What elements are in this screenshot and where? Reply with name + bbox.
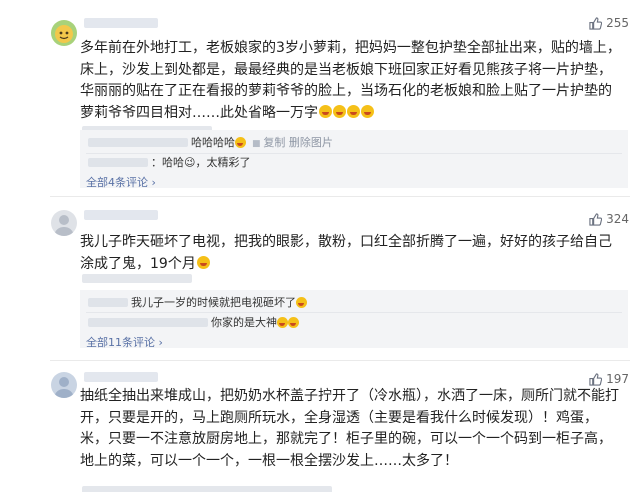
thumb-up-icon: [589, 212, 603, 226]
thumb-up-icon: [589, 16, 603, 30]
reply-box: 我儿子一岁的时候就把电视砸坏了 你家的是大神 全部11条评论 ›: [80, 290, 628, 350]
reply-user-redacted[interactable]: [88, 318, 208, 327]
divider: [50, 360, 630, 361]
like-count: 255: [606, 16, 629, 30]
comment: 255 多年前在外地打工，老板娘家的3岁小萝莉，把妈妈一整包护垫全部扯出来，贴的…: [0, 14, 641, 194]
laugh-emoji-icon: [277, 317, 288, 328]
avatar[interactable]: [51, 372, 77, 398]
comment-meta: [82, 270, 627, 288]
laugh-emoji-icon: [288, 317, 299, 328]
comment-text: 抽纸全抽出来堆成山，把奶奶水杯盖子拧开了（冷水瓶），水洒了一床，厕所门就不能打开…: [80, 388, 619, 469]
comment-text: 多年前在外地打工，老板娘家的3岁小萝莉，把妈妈一整包护垫全部扯出来，贴的墙上，床…: [80, 40, 621, 121]
laugh-emoji-icon: [296, 297, 307, 308]
reply-item: 你家的是大神: [88, 316, 636, 330]
like-button[interactable]: 197: [589, 372, 629, 386]
laugh-emoji-icon: [235, 137, 246, 148]
reply-actions[interactable]: 复制 删除图片: [252, 136, 333, 149]
comment-text: 我儿子昨天砸坏了电视，把我的眼影，散粉，口红全部折腾了一遍，好好的孩子给自己涂成…: [80, 234, 612, 272]
laugh-emoji-icon: [333, 104, 346, 118]
comment-meta: [82, 484, 627, 492]
like-button[interactable]: 324: [589, 212, 629, 226]
username-redacted[interactable]: [84, 372, 158, 382]
comment: 324 我儿子昨天砸坏了电视，把我的眼影，散粉，口红全部折腾了一遍，好好的孩子给…: [0, 206, 641, 356]
reply-user-redacted[interactable]: [88, 298, 128, 307]
meta-redacted: [82, 486, 332, 492]
like-button[interactable]: 255: [589, 16, 629, 30]
meta-redacted: [82, 274, 192, 283]
thumb-up-icon: [589, 372, 603, 386]
avatar[interactable]: [51, 20, 77, 46]
like-count: 324: [606, 212, 629, 226]
laugh-emoji-icon: [361, 104, 374, 118]
username-redacted[interactable]: [84, 210, 158, 220]
username-redacted[interactable]: [84, 18, 158, 28]
more-comments-link[interactable]: 全部11条评论 ›: [86, 334, 163, 350]
like-count: 197: [606, 372, 629, 386]
reply-item: 哈哈哈哈复制 删除图片: [88, 136, 636, 151]
laugh-emoji-icon: [347, 104, 360, 118]
comment: 197 抽纸全抽出来堆成山，把奶奶水杯盖子拧开了（冷水瓶），水洒了一床，厕所门就…: [0, 368, 641, 492]
reply-box: 哈哈哈哈复制 删除图片 ：哈哈😉，太精彩了 全部4条评论 ›: [80, 130, 628, 190]
avatar[interactable]: [51, 210, 77, 236]
laugh-emoji-icon: [319, 104, 332, 118]
divider: [86, 312, 622, 313]
reply-user-redacted[interactable]: [88, 158, 148, 167]
more-comments-link[interactable]: 全部4条评论 ›: [86, 174, 156, 190]
laugh-emoji-icon: [196, 255, 210, 269]
reply-item: ：哈哈😉，太精彩了: [88, 156, 636, 170]
divider: [50, 196, 630, 197]
reply-user-redacted[interactable]: [88, 138, 188, 147]
divider: [86, 153, 622, 154]
reply-item: 我儿子一岁的时候就把电视砸坏了: [88, 296, 636, 310]
